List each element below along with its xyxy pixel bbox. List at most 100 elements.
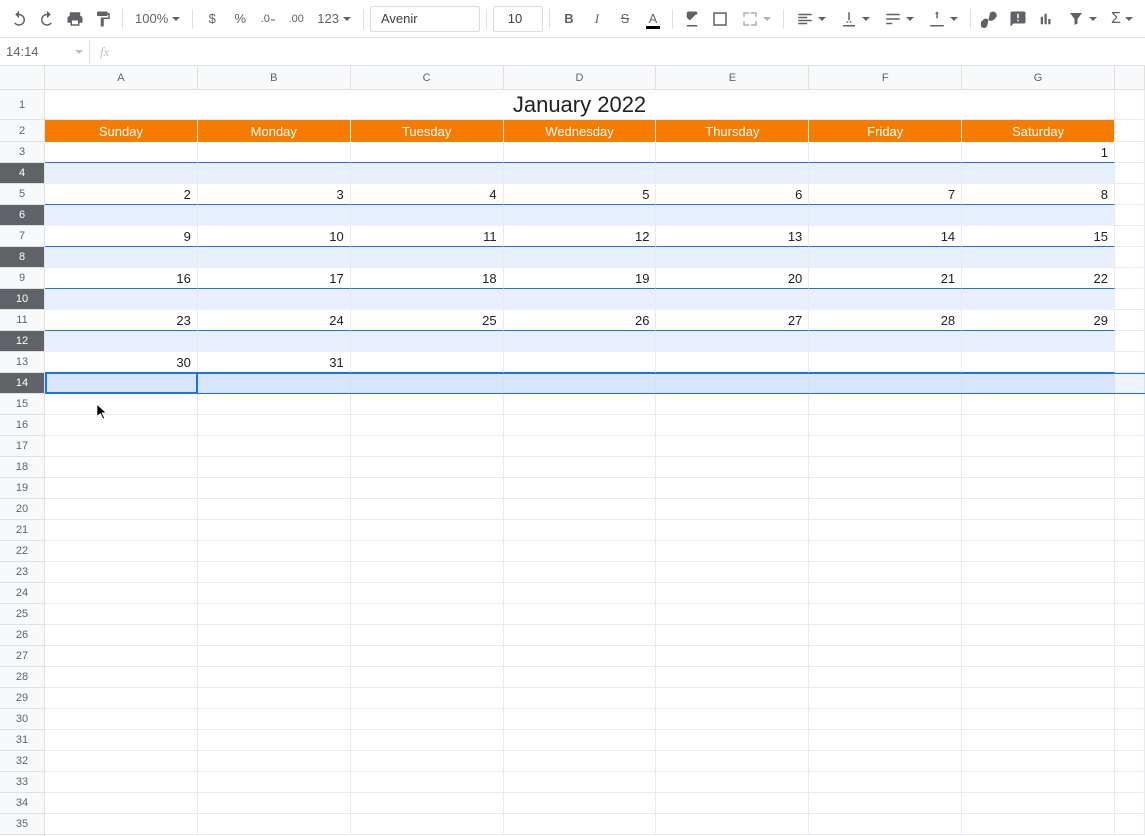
cell-empty[interactable] (1115, 184, 1145, 204)
cell[interactable] (504, 457, 657, 478)
cell-empty[interactable] (1115, 457, 1145, 477)
cell[interactable] (962, 520, 1115, 541)
cell[interactable] (656, 646, 809, 667)
cell[interactable] (504, 478, 657, 499)
cell[interactable]: 5 (504, 184, 657, 205)
text-color-button[interactable]: A (640, 6, 666, 32)
cell[interactable] (809, 646, 962, 667)
cell[interactable]: 19 (504, 268, 657, 289)
cell[interactable] (809, 562, 962, 583)
cell[interactable] (351, 352, 504, 373)
row-header-29[interactable]: 29 (0, 688, 44, 709)
cell[interactable] (656, 394, 809, 415)
cell[interactable] (962, 688, 1115, 709)
row-header-33[interactable]: 33 (0, 772, 44, 793)
cell[interactable] (962, 562, 1115, 583)
cell[interactable]: 4 (351, 184, 504, 205)
cell[interactable] (962, 814, 1115, 835)
cell[interactable] (351, 478, 504, 499)
vertical-align-button[interactable] (834, 6, 876, 32)
cell[interactable] (504, 793, 657, 814)
cell[interactable] (656, 457, 809, 478)
cell[interactable] (198, 415, 351, 436)
cell[interactable] (198, 709, 351, 730)
cell[interactable] (351, 688, 504, 709)
cell[interactable] (45, 163, 198, 184)
cell[interactable] (504, 667, 657, 688)
cell[interactable] (656, 436, 809, 457)
text-rotation-button[interactable] (922, 6, 964, 32)
cell-empty[interactable] (1115, 583, 1145, 603)
row-header-14[interactable]: 14 (0, 373, 44, 394)
cell[interactable] (45, 205, 198, 226)
cell[interactable] (45, 541, 198, 562)
cell[interactable] (198, 331, 351, 352)
column-header-b[interactable]: B (198, 66, 351, 89)
cell[interactable] (504, 814, 657, 835)
cell[interactable] (809, 604, 962, 625)
borders-button[interactable] (707, 6, 733, 32)
format-currency-button[interactable]: $ (199, 6, 225, 32)
cell[interactable] (809, 625, 962, 646)
cell[interactable]: 3 (198, 184, 351, 205)
cell[interactable] (809, 814, 962, 835)
formula-input[interactable] (119, 40, 1145, 64)
cell[interactable] (962, 394, 1115, 415)
cell[interactable] (656, 814, 809, 835)
cell[interactable]: 29 (962, 310, 1115, 331)
row-header-22[interactable]: 22 (0, 541, 44, 562)
insert-link-button[interactable] (977, 6, 1003, 32)
cell[interactable]: 24 (198, 310, 351, 331)
row-header-12[interactable]: 12 (0, 331, 44, 352)
cell[interactable] (962, 415, 1115, 436)
cell[interactable]: 27 (656, 310, 809, 331)
cell[interactable] (351, 163, 504, 184)
cell[interactable]: 26 (504, 310, 657, 331)
cell[interactable]: 14 (809, 226, 962, 247)
cell[interactable] (45, 289, 198, 310)
row-header-10[interactable]: 10 (0, 289, 44, 310)
cell[interactable] (962, 709, 1115, 730)
cell[interactable] (351, 625, 504, 646)
fill-color-button[interactable] (679, 6, 705, 32)
cell[interactable] (809, 772, 962, 793)
print-button[interactable] (62, 6, 88, 32)
cell[interactable] (351, 667, 504, 688)
functions-button[interactable]: Σ (1105, 6, 1139, 32)
cell-empty[interactable] (1115, 226, 1145, 246)
column-header-g[interactable]: G (962, 66, 1115, 89)
cell[interactable] (45, 499, 198, 520)
cell[interactable] (656, 247, 809, 268)
cell[interactable] (656, 541, 809, 562)
cell-empty[interactable] (1115, 394, 1145, 414)
cell[interactable] (45, 688, 198, 709)
cell[interactable]: 28 (809, 310, 962, 331)
cell[interactable]: 15 (962, 226, 1115, 247)
cell-empty[interactable] (1115, 541, 1145, 561)
cell[interactable] (45, 331, 198, 352)
cell-empty[interactable] (1115, 772, 1145, 792)
undo-button[interactable] (6, 6, 32, 32)
select-all-corner[interactable] (0, 66, 45, 90)
cell[interactable] (504, 415, 657, 436)
cell[interactable] (198, 583, 351, 604)
cell[interactable] (351, 751, 504, 772)
day-header-sunday[interactable]: Sunday (45, 120, 198, 142)
cell[interactable] (351, 793, 504, 814)
cell[interactable] (504, 730, 657, 751)
cell[interactable] (504, 289, 657, 310)
cell[interactable]: 9 (45, 226, 198, 247)
row-header-26[interactable]: 26 (0, 625, 44, 646)
row-header-3[interactable]: 3 (0, 142, 44, 163)
cell[interactable]: 8 (962, 184, 1115, 205)
cell[interactable] (351, 541, 504, 562)
cell[interactable] (962, 289, 1115, 310)
cell[interactable] (351, 709, 504, 730)
column-header-f[interactable]: F (809, 66, 962, 89)
cell[interactable] (351, 499, 504, 520)
cell[interactable] (198, 205, 351, 226)
cell[interactable] (504, 142, 657, 163)
cell[interactable] (351, 436, 504, 457)
cell[interactable] (504, 520, 657, 541)
italic-button[interactable]: I (584, 6, 610, 32)
